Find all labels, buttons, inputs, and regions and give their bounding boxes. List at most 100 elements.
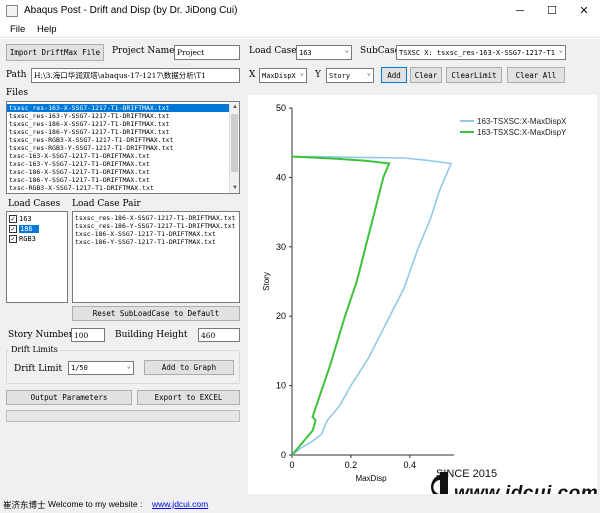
add-button[interactable]: Add [381, 67, 407, 83]
drift-limits-label: Drift Limits [9, 345, 60, 354]
list-item[interactable]: txsc-RGB3-X-SSG7-1217-T1-DRIFTMAX.txt [7, 184, 239, 192]
subcase-label: SubCase [360, 46, 400, 56]
y-tick-label: 40 [276, 172, 286, 182]
clear-limit-button[interactable]: ClearLimit [446, 67, 502, 83]
chevron-down-icon: ⌄ [126, 362, 131, 370]
reset-subloadcase-button[interactable]: Reset SubLoadCase to Default [72, 306, 240, 321]
load-case-label: Load Case [249, 46, 297, 56]
y-tick-label: 20 [276, 311, 286, 321]
load-case-checkbox-186[interactable]: ✓ 186 [7, 224, 67, 234]
drift-limit-value: 1/50 [71, 364, 88, 372]
check-icon: ✓ [9, 235, 17, 243]
load-case-select[interactable]: 163 ⌄ [296, 45, 352, 60]
list-item[interactable]: txsc-186-X-SSG7-1217-T1-DRIFTMAX.txt [73, 230, 239, 238]
export-excel-button[interactable]: Export to EXCEL [137, 390, 240, 405]
y-axis-select[interactable]: Story ⌄ [326, 68, 374, 83]
add-to-graph-button[interactable]: Add to Graph [144, 360, 234, 375]
load-case-pair-label: Load Case Pair [72, 199, 141, 209]
menu-file[interactable]: File [10, 24, 25, 35]
x-axis-value: MaxDispX [262, 71, 296, 80]
y-tick-label: 10 [276, 381, 286, 391]
website-link[interactable]: www.jdcui.com [152, 499, 208, 509]
y-tick-label: 50 [276, 103, 286, 113]
story-number-label: Story Number [8, 330, 74, 340]
check-icon: ✓ [9, 215, 17, 223]
x-tick-label: 0 [289, 460, 294, 470]
x-tick-label: 0.2 [345, 460, 358, 470]
y-tick-label: 30 [276, 242, 286, 252]
list-item[interactable]: txsc-186-X-SSG7-1217-T1-DRIFTMAX.txt [7, 168, 239, 176]
legend-label: 163-TSXSC:X-MaxDispX [477, 117, 567, 126]
drift-limit-label: Drift Limit [14, 364, 63, 374]
path-input[interactable]: H:\3.海口华润双塔\abaqus-17-1217\数据分析\T1 [31, 68, 240, 83]
author-label: 崔济东博士 [3, 500, 46, 510]
minimize-button[interactable]: ─ [505, 2, 535, 20]
menu-help[interactable]: Help [37, 24, 57, 35]
story-number-input[interactable]: 100 [71, 328, 105, 342]
y-axis-value: Story [329, 71, 351, 80]
chevron-down-icon: ⌄ [366, 69, 371, 77]
status-bar: 崔济东博士 Welcome to my website : www.jdcui.… [0, 494, 600, 513]
chevron-down-icon: ⌄ [344, 46, 349, 54]
load-case-pair-list[interactable]: tsxsc_res-186-X-SSG7-1217-T1-DRIFTMAX.tx… [72, 211, 240, 303]
load-case-value: 163 [299, 48, 312, 57]
list-item[interactable]: tsxsc_res-RGB3-Y-SSG7-1217-T1-DRIFTMAX.t… [7, 144, 239, 152]
files-scrollbar[interactable]: ▲ ▼ [229, 102, 239, 193]
progress-bar [6, 410, 240, 422]
load-case-checkbox-163[interactable]: ✓ 163 [7, 214, 67, 224]
x-axis-label: X [249, 70, 256, 80]
project-name-input[interactable]: Project [174, 45, 240, 60]
menu-bar: File Help [0, 22, 600, 38]
scroll-up-icon[interactable]: ▲ [230, 102, 239, 112]
scroll-thumb[interactable] [231, 114, 238, 172]
window-title: Abaqus Post - Drift and Disp (by Dr. JiD… [24, 5, 238, 16]
list-item[interactable]: txsc-163-X-SSG7-1217-T1-DRIFTMAX.txt [7, 152, 239, 160]
series-line-maxdispy [291, 155, 391, 456]
list-item[interactable]: txsc-163-Y-SSG7-1217-T1-DRIFTMAX.txt [7, 160, 239, 168]
scroll-down-icon[interactable]: ▼ [230, 183, 239, 193]
list-item[interactable]: txsc-186-Y-SSG7-1217-T1-DRIFTMAX.txt [7, 176, 239, 184]
y-tick-label: 0 [281, 450, 286, 460]
project-name-label: Project Name [112, 46, 175, 56]
load-cases-list[interactable]: ✓ 163 ✓ 186 ✓ RGB3 [6, 211, 68, 303]
list-item[interactable]: tsxsc_res-186-X-SSG7-1217-T1-DRIFTMAX.tx… [7, 120, 239, 128]
welcome-label: Welcome to my website : [48, 499, 143, 509]
x-tick-label: 0.4 [404, 460, 417, 470]
clear-button[interactable]: Clear [410, 67, 442, 83]
legend-label: 163-TSXSC:X-MaxDispY [477, 128, 567, 137]
files-list[interactable]: tsxsc_res-163-X-SSG7-1217-T1-DRIFTMAX.tx… [6, 101, 240, 194]
list-item[interactable]: tsxsc_res-186-Y-SSG7-1217-T1-DRIFTMAX.tx… [7, 128, 239, 136]
building-height-input[interactable]: 460 [198, 328, 240, 342]
chevron-down-icon: ⌄ [558, 46, 563, 54]
maximize-button[interactable]: ☐ [537, 2, 567, 20]
path-label: Path [6, 70, 27, 80]
drift-chart: 0 10 20 30 40 50 0 0.2 0.4 Story MaxDisp 163-TSXSC:… [262, 103, 567, 483]
title-bar: Abaqus Post - Drift and Disp (by Dr. JiD… [0, 0, 600, 22]
x-axis-title: MaxDisp [355, 474, 387, 483]
close-button[interactable]: ✕ [569, 2, 599, 20]
list-item[interactable]: tsxsc_res-163-X-SSG7-1217-T1-DRIFTMAX.tx… [7, 104, 239, 112]
clear-all-button[interactable]: Clear All [507, 67, 565, 83]
list-item[interactable]: txsc-186-Y-SSG7-1217-T1-DRIFTMAX.txt [73, 238, 239, 246]
import-driftmax-button[interactable]: Import DriftMax File [6, 44, 104, 61]
chart-panel: 0 10 20 30 40 50 0 0.2 0.4 Story MaxDisp 163-TSXSC:… [248, 95, 597, 494]
app-icon [6, 5, 18, 17]
chevron-down-icon: ⌄ [299, 69, 304, 77]
load-case-checkbox-rgb3[interactable]: ✓ RGB3 [7, 234, 67, 244]
since-text: SINCE 2015 [436, 468, 498, 480]
list-item[interactable]: tsxsc_res-RGB3-X-SSG7-1217-T1-DRIFTMAX.t… [7, 136, 239, 144]
building-height-label: Building Height [115, 330, 188, 340]
list-item[interactable]: tsxsc_res-163-Y-SSG7-1217-T1-DRIFTMAX.tx… [7, 112, 239, 120]
load-cases-label: Load Cases [8, 199, 61, 209]
y-axis-label: Y [315, 70, 321, 80]
y-axis-title: Story [262, 272, 271, 291]
output-parameters-button[interactable]: Output Parameters [6, 390, 132, 405]
list-item[interactable]: tsxsc_res-186-Y-SSG7-1217-T1-DRIFTMAX.tx… [73, 222, 239, 230]
subcase-select[interactable]: TSXSC X: tsxsc_res-163-X-SSG7-1217-T1- ⌄ [396, 45, 566, 60]
drift-limit-select[interactable]: 1/50 ⌄ [68, 361, 134, 375]
subcase-value: TSXSC X: tsxsc_res-163-X-SSG7-1217-T1- [399, 48, 555, 57]
list-item[interactable]: tsxsc_res-186-X-SSG7-1217-T1-DRIFTMAX.tx… [73, 214, 239, 222]
x-axis-select[interactable]: MaxDispX ⌄ [259, 68, 307, 83]
files-label: Files [6, 88, 28, 98]
check-icon: ✓ [9, 225, 17, 233]
